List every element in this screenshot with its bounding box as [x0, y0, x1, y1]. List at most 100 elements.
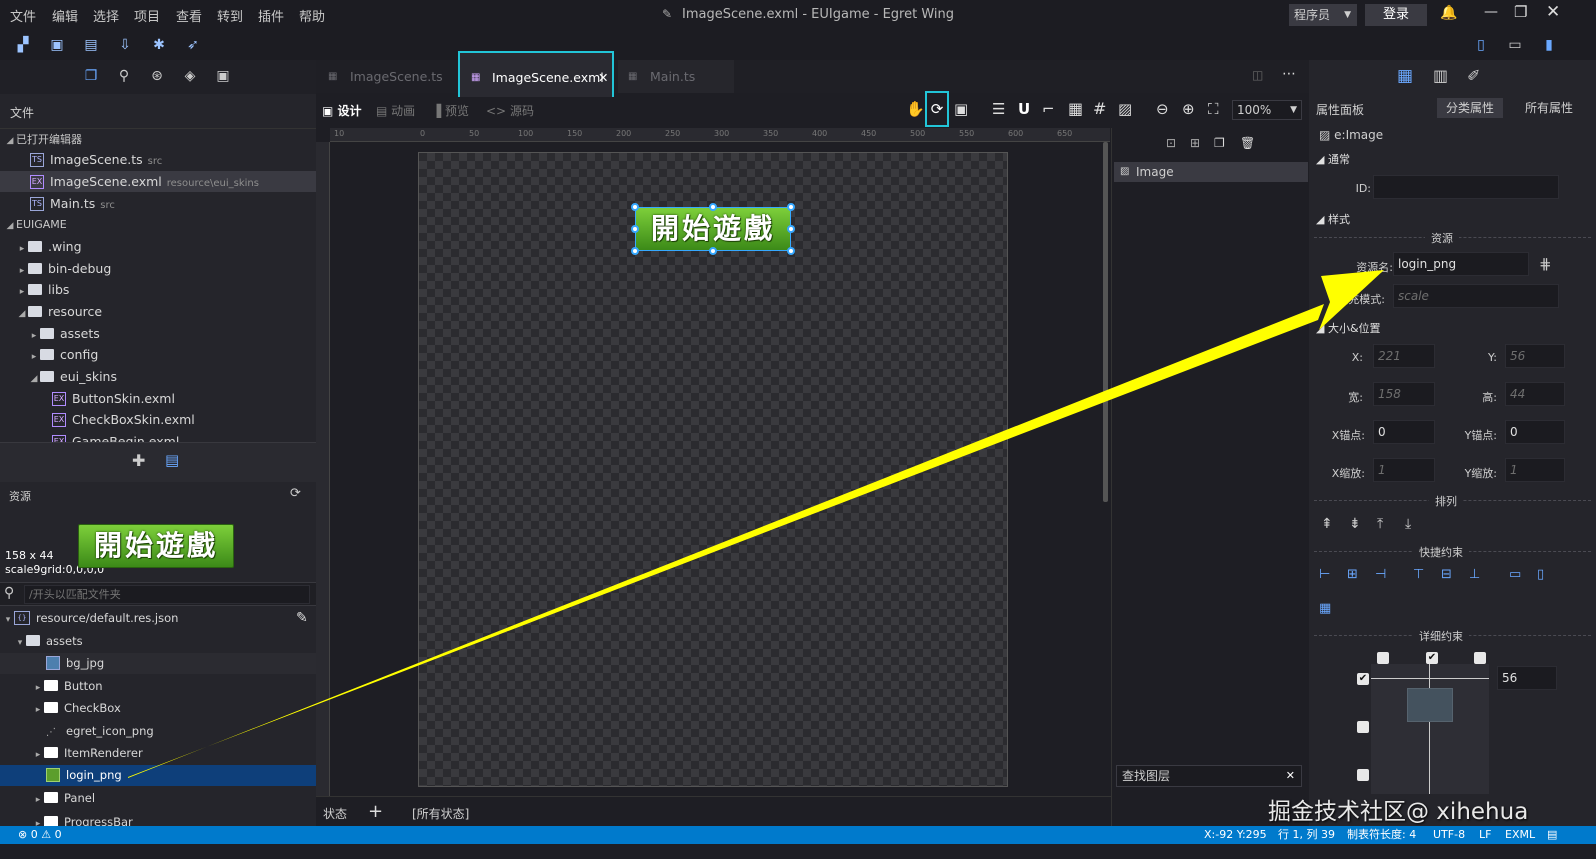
constraint-top-input[interactable]: 56 [1497, 666, 1557, 690]
section-size-position[interactable]: ◢ 大小&位置 [1316, 320, 1381, 336]
fit-icon[interactable]: ▣ [954, 100, 968, 118]
image-component[interactable]: 開始遊戲 [635, 207, 791, 251]
resize-handle[interactable] [631, 203, 639, 211]
fill-width-icon[interactable]: ▭ [1509, 567, 1521, 582]
properties-tab-icon[interactable]: ▦ [1397, 66, 1413, 86]
mode-design[interactable]: ▣ 设计 [322, 102, 362, 119]
menu-goto[interactable]: 转到 [217, 6, 243, 25]
align-hcenter-icon[interactable]: ⊞ [1347, 567, 1358, 582]
menu-help[interactable]: 帮助 [299, 6, 325, 25]
minimize-button[interactable]: — [1484, 4, 1498, 20]
resource-db-icon[interactable]: ▤ [165, 451, 179, 469]
bring-front-icon[interactable]: ⇞ [1321, 516, 1333, 532]
close-button[interactable]: ✕ [1546, 2, 1560, 22]
send-backward-icon[interactable]: ⤓ [1405, 516, 1411, 532]
all-states-tab[interactable]: [所有状态] [412, 805, 469, 822]
ruler-icon[interactable]: ⌐ [1042, 100, 1055, 118]
resize-handle[interactable] [631, 247, 639, 255]
res-tree-folder[interactable]: ▸ Button [0, 676, 316, 697]
grid-icon[interactable]: ▦ [1068, 99, 1083, 118]
align-top-icon[interactable]: ⊤ [1413, 567, 1424, 582]
open-editor-item[interactable]: TS ImageScene.ts src [0, 149, 316, 170]
fill-height-icon[interactable]: ▯ [1537, 567, 1544, 582]
align-right-icon[interactable]: ⊣ [1375, 567, 1386, 582]
resize-handle[interactable] [787, 203, 795, 211]
canvas-scrollbar[interactable] [1103, 142, 1108, 502]
fit-screen-icon[interactable]: ⛶ [1208, 100, 1219, 118]
search-icon[interactable]: ⚲ [113, 65, 135, 87]
res-json-node[interactable]: ▾{} resource/default.res.json [0, 608, 316, 629]
layer-tool-icon[interactable]: ⊡ [1166, 136, 1176, 150]
tab-size[interactable]: 制表符长度: 4 [1347, 826, 1416, 844]
constraint-left-checkbox[interactable] [1377, 652, 1389, 664]
tab-category-props[interactable]: 分类属性 [1437, 98, 1503, 118]
resize-handle[interactable] [787, 225, 795, 233]
tree-folder[interactable]: ▸ bin-debug [0, 258, 316, 279]
resize-handle[interactable] [787, 247, 795, 255]
tree-file[interactable]: EX CheckBoxSkin.exml [0, 409, 316, 430]
align-bottom-icon[interactable]: ⊥ [1469, 567, 1480, 582]
tree-folder[interactable]: ▸ .wing [0, 236, 316, 257]
resize-handle[interactable] [631, 225, 639, 233]
login-button[interactable]: 登录 [1365, 4, 1427, 26]
width-input[interactable]: 158 [1373, 382, 1435, 406]
scale-y-input[interactable]: 1 [1505, 458, 1565, 482]
align-left-icon[interactable]: ⊢ [1319, 567, 1330, 582]
anchor-y-input[interactable]: 0 [1505, 420, 1565, 444]
tree-folder-open[interactable]: ◢ resource [0, 301, 316, 322]
resize-handle[interactable] [709, 247, 717, 255]
res-tree-folder[interactable]: ▾ assets [0, 631, 316, 652]
new-project-icon[interactable]: ▞ [12, 34, 34, 56]
more-icon[interactable]: ⋯ [1282, 66, 1296, 82]
publish-icon[interactable]: ⇩ [114, 34, 136, 56]
resource-name-input[interactable]: login_png [1393, 252, 1529, 276]
split-editor-icon[interactable]: ◫ [1252, 68, 1263, 82]
run-icon[interactable]: ➶ [182, 34, 204, 56]
edit-pencil-icon[interactable]: ✎ [296, 610, 308, 626]
refresh-canvas-icon[interactable]: ⟳ [925, 91, 949, 127]
extensions-icon[interactable]: ▣ [212, 65, 234, 87]
res-tree-folder[interactable]: ▸ ItemRenderer [0, 743, 316, 764]
clear-icon[interactable]: ✕ [1286, 766, 1295, 786]
menu-project[interactable]: 项目 [134, 6, 160, 25]
language-mode[interactable]: EXML [1505, 826, 1535, 844]
image-bg-icon[interactable]: ▨ [1118, 100, 1132, 118]
debug-tab-icon[interactable]: ⊛ [146, 65, 168, 87]
bell-icon[interactable]: 🔔 [1440, 5, 1457, 21]
res-tree-folder[interactable]: ▸ Panel [0, 788, 316, 809]
save-all-icon[interactable]: ▤ [80, 34, 102, 56]
section-style[interactable]: ◢ 样式 [1316, 211, 1350, 227]
y-input[interactable]: 56 [1505, 344, 1565, 368]
section-common[interactable]: ◢ 通常 [1316, 151, 1350, 167]
resource-picker-icon[interactable]: ⋕ [1539, 255, 1552, 273]
align-vcenter-icon[interactable]: ⊟ [1441, 567, 1452, 582]
menu-edit[interactable]: 编辑 [52, 6, 78, 25]
res-tree-item[interactable]: bg_jpg [0, 653, 316, 674]
x-input[interactable]: 221 [1373, 344, 1435, 368]
error-count[interactable]: ⊗ 0 ⚠ 0 [18, 826, 62, 844]
align-icon[interactable]: ☰ [992, 100, 1005, 118]
add-resource-icon[interactable]: ✚ [132, 451, 145, 470]
feedback-icon[interactable]: ▤ [1547, 826, 1557, 844]
tree-folder[interactable]: ▸ assets [0, 323, 316, 344]
layer-tool-icon[interactable]: ⊞ [1190, 136, 1200, 150]
layer-search-input[interactable]: 查找图层 ✕ [1116, 765, 1302, 787]
anchor-x-input[interactable]: 0 [1373, 420, 1435, 444]
res-tree-folder[interactable]: ▸ ProgressBar [0, 812, 316, 826]
trash-icon[interactable]: 🗑 [1240, 136, 1255, 150]
magnet-icon[interactable]: U [1018, 100, 1030, 118]
project-header[interactable]: ◢ EUIGAME [0, 214, 316, 235]
zoom-out-icon[interactable]: ⊖ [1156, 100, 1169, 118]
save-icon[interactable]: ▣ [46, 34, 68, 56]
toggle-panel-icon[interactable]: ▭ [1504, 34, 1526, 56]
tab-imagescene-exml[interactable]: ▦ ImageScene.exml ✕ [458, 51, 614, 101]
toggle-right-icon[interactable]: ▮ [1538, 34, 1560, 56]
res-tree-item-selected[interactable]: login_png [0, 765, 316, 786]
tree-file[interactable]: EX GameBegin.exml [0, 431, 316, 442]
tree-folder[interactable]: ▸ config [0, 344, 316, 365]
tab-all-props[interactable]: 所有属性 [1507, 98, 1591, 118]
constraint-top-checkbox[interactable]: ✔ [1357, 673, 1369, 685]
encoding[interactable]: UTF-8 [1433, 826, 1465, 844]
debug-icon[interactable]: ✱ [148, 34, 170, 56]
tab-main-ts[interactable]: ▦ Main.ts [618, 60, 734, 93]
